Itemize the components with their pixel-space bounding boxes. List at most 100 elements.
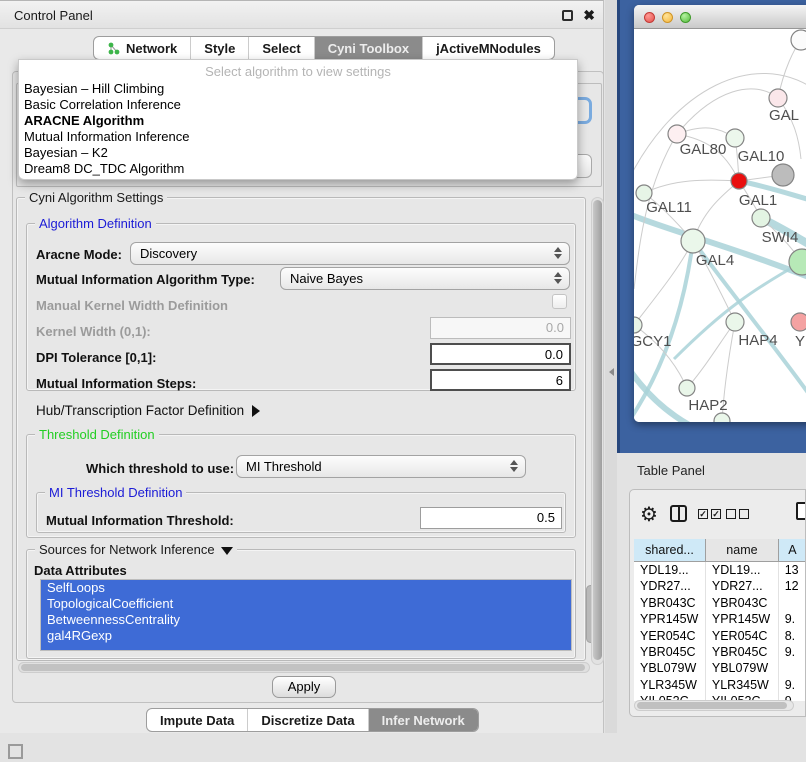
- gear-icon[interactable]: ⚙: [640, 502, 658, 527]
- tab-label: Impute Data: [160, 713, 234, 728]
- attribute-item-topologicalcoefficient[interactable]: TopologicalCoefficient: [41, 596, 571, 612]
- table-row[interactable]: YBR045CYBR045C9.: [634, 644, 806, 660]
- network-node[interactable]: [791, 30, 806, 50]
- mi-steps-field[interactable]: 6: [430, 369, 571, 391]
- table-cell: YBL079W: [634, 660, 706, 676]
- network-node-hap2[interactable]: [679, 380, 695, 396]
- table-cell: 9.: [779, 611, 806, 627]
- window-minimize-icon[interactable]: [662, 12, 673, 23]
- column-header-a[interactable]: A: [779, 539, 806, 561]
- column-header-shared[interactable]: shared...: [634, 539, 706, 561]
- node-label-gal10: GAL10: [738, 148, 785, 165]
- hub-section-toggle[interactable]: Hub/Transcription Factor Definition: [36, 403, 260, 418]
- dropdown-item-bayesian-k2[interactable]: Bayesian – K2: [19, 145, 577, 161]
- table-row[interactable]: YBR043CYBR043C: [634, 595, 806, 611]
- tab-label: jActiveMNodules: [436, 41, 541, 56]
- data-attributes-list[interactable]: SelfLoopsTopologicalCoefficientBetweenne…: [40, 579, 572, 651]
- window-zoom-icon[interactable]: [680, 12, 691, 23]
- float-window-icon[interactable]: [562, 10, 573, 21]
- tab-jactivemnodules[interactable]: jActiveMNodules: [423, 37, 554, 59]
- tab-discretize-data[interactable]: Discretize Data: [248, 709, 368, 731]
- tab-infer-network[interactable]: Infer Network: [369, 709, 478, 731]
- network-graph: GALGAL80GAL10GAL1GAL11SWI4GAL4GCY1HAP4YH…: [634, 29, 806, 422]
- table-row[interactable]: YPR145WYPR145W9.: [634, 611, 806, 627]
- attribute-item-partial[interactable]: [41, 644, 571, 650]
- tab-cyni-toolbox[interactable]: Cyni Toolbox: [315, 37, 423, 59]
- network-edge[interactable]: [687, 322, 735, 388]
- new-table-icon[interactable]: [796, 502, 806, 520]
- divider-collapse-icon[interactable]: [609, 368, 614, 376]
- column-header-name[interactable]: name: [706, 539, 779, 561]
- tab-style[interactable]: Style: [191, 37, 249, 59]
- network-edge[interactable]: [644, 180, 739, 193]
- kernel-width-field[interactable]: 0.0: [430, 317, 571, 339]
- network-node-hap4[interactable]: [726, 313, 744, 331]
- aracne-mode-value: Discovery: [140, 246, 197, 261]
- dropdown-item-mutual-information-inference[interactable]: Mutual Information Inference: [19, 129, 577, 145]
- control-panel-titlebar: Control Panel ✖: [0, 1, 603, 29]
- select-all-checks-icon[interactable]: ✓✓: [698, 509, 721, 519]
- network-node-gal[interactable]: [769, 89, 787, 107]
- table-cell: YPR145W: [634, 611, 706, 627]
- table-row[interactable]: YDR27...YDR27...12: [634, 578, 806, 594]
- network-node-y[interactable]: [791, 313, 806, 331]
- node-label-gcy1: GCY1: [634, 333, 671, 350]
- table-row[interactable]: YDL19...YDL19...13: [634, 562, 806, 578]
- table-toolbar: ⚙ ✓✓: [630, 490, 805, 537]
- network-view-window[interactable]: GALGAL80GAL10GAL1GAL11SWI4GAL4GCY1HAP4YH…: [634, 5, 806, 422]
- network-node[interactable]: [772, 164, 794, 186]
- tab-label: Select: [262, 41, 300, 56]
- mi-threshold-field[interactable]: 0.5: [420, 507, 562, 529]
- network-node-gal10[interactable]: [726, 129, 744, 147]
- attribute-item-betweennesscentrality[interactable]: BetweennessCentrality: [41, 612, 571, 628]
- network-node-swi4[interactable]: [752, 209, 770, 227]
- attribute-item-selfloops[interactable]: SelfLoops: [41, 580, 571, 596]
- bottom-tabbar: Impute Data Discretize DataInfer Network: [146, 708, 479, 732]
- table-row[interactable]: YER054CYER054C8.: [634, 628, 806, 644]
- table-cell: YDR27...: [634, 578, 706, 594]
- table-row[interactable]: YLR345WYLR345W9.: [634, 677, 806, 693]
- network-node[interactable]: [714, 413, 730, 422]
- dropdown-item-basic-correlation-inference[interactable]: Basic Correlation Inference: [19, 97, 577, 113]
- deselect-all-boxes-icon[interactable]: [726, 509, 749, 519]
- hub-section-label: Hub/Transcription Factor Definition: [36, 403, 244, 418]
- network-canvas[interactable]: GALGAL80GAL10GAL1GAL11SWI4GAL4GCY1HAP4YH…: [634, 29, 806, 422]
- backdrop-edge: [617, 0, 620, 453]
- tab-label: Style: [204, 41, 235, 56]
- settings-horizontal-scrollbar[interactable]: [18, 662, 590, 673]
- manual-kernel-checkbox[interactable]: [552, 294, 567, 309]
- settings-vertical-scrollbar[interactable]: [591, 197, 604, 665]
- table-cell: 13: [779, 562, 806, 578]
- network-node-gal4[interactable]: [681, 229, 705, 253]
- table-row[interactable]: YBL079WYBL079W: [634, 660, 806, 676]
- dropdown-item-dream8-dc-tdc-algorithm[interactable]: Dream8 DC_TDC Algorithm: [19, 161, 577, 177]
- dropdown-item-bayesian-hill-climbing[interactable]: Bayesian – Hill Climbing: [19, 81, 577, 97]
- table-cell: YLR345W: [706, 677, 779, 693]
- network-node-gal1[interactable]: [731, 173, 747, 189]
- aracne-mode-label: Aracne Mode:: [36, 247, 122, 262]
- table-cell: 8.: [779, 628, 806, 644]
- tab-network[interactable]: Network: [94, 37, 191, 59]
- dpi-tolerance-field[interactable]: 0.0: [430, 343, 571, 365]
- columns-icon[interactable]: [670, 505, 687, 522]
- apply-button[interactable]: Apply: [272, 676, 336, 698]
- sources-title-text: Sources for Network Inference: [39, 542, 215, 557]
- attribute-item-gal4rgexp[interactable]: gal4RGexp: [41, 628, 571, 644]
- panel-divider[interactable]: [605, 0, 617, 733]
- sources-group-title[interactable]: Sources for Network Inference: [35, 542, 237, 557]
- network-edge[interactable]: [677, 89, 778, 134]
- table-horizontal-scrollbar[interactable]: [634, 700, 794, 711]
- close-icon[interactable]: ✖: [583, 7, 595, 24]
- dock-grip-icon[interactable]: [8, 744, 23, 759]
- table-cell: [779, 595, 806, 611]
- node-label-hap4: HAP4: [738, 332, 777, 349]
- tab-impute-data[interactable]: Impute Data: [147, 709, 248, 731]
- aracne-mode-combo[interactable]: Discovery: [130, 242, 570, 265]
- mi-type-combo[interactable]: Naive Bayes: [280, 267, 570, 290]
- tab-select[interactable]: Select: [249, 37, 314, 59]
- dropdown-item-aracne-algorithm[interactable]: ARACNE Algorithm: [19, 113, 577, 129]
- network-window-titlebar[interactable]: [634, 5, 806, 29]
- window-close-icon[interactable]: [644, 12, 655, 23]
- combo-arrows-icon: [554, 247, 562, 259]
- which-threshold-combo[interactable]: MI Threshold: [236, 455, 526, 478]
